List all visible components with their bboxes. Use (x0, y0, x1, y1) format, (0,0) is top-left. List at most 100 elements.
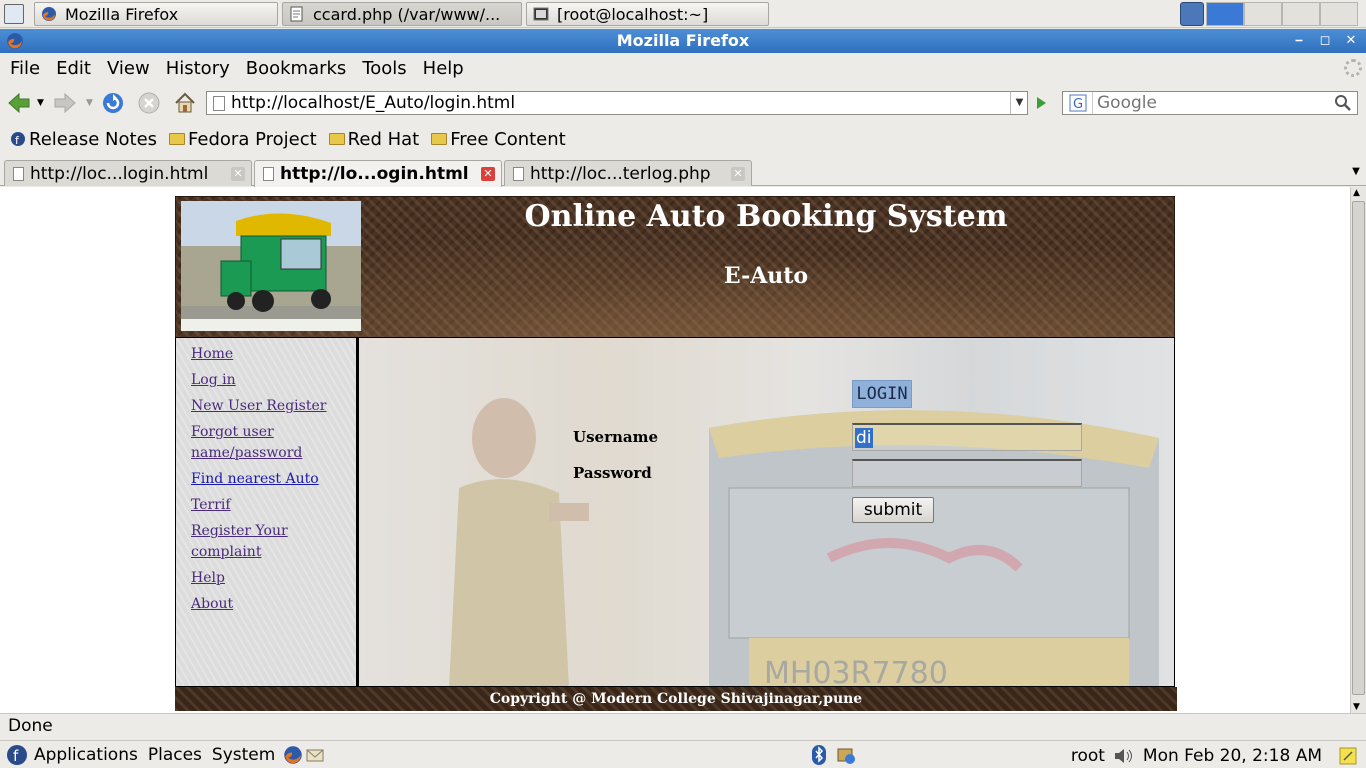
nav-link-login[interactable]: Log in (191, 370, 341, 391)
taskbar-item-editor[interactable]: ccard.php (/var/www/... (282, 2, 522, 26)
menu-history[interactable]: History (164, 58, 238, 79)
bookmark-free-content[interactable]: Free Content (431, 129, 566, 150)
reload-icon (103, 93, 123, 113)
search-icon[interactable] (1333, 93, 1355, 113)
scroll-down-icon[interactable]: ▼ (1353, 702, 1360, 712)
mail-launcher-icon[interactable] (305, 745, 325, 765)
content-viewport: Online Auto Booking System E-Auto Home L… (0, 187, 1350, 713)
nav-link-about[interactable]: About (191, 594, 341, 615)
fedora-logo-icon: f (7, 744, 27, 765)
forward-history-dropdown[interactable]: ▼ (86, 98, 93, 108)
workspace-3[interactable] (1282, 2, 1320, 26)
nav-link-terrif[interactable]: Terrif (191, 495, 341, 516)
background-overlay (359, 338, 1174, 686)
url-bar[interactable]: http://localhost/E_Auto/login.html (206, 91, 1028, 115)
submit-button[interactable]: submit (852, 497, 934, 523)
reload-button[interactable] (100, 90, 126, 116)
stop-icon (138, 92, 160, 114)
home-button[interactable] (172, 90, 198, 116)
bookmark-label: Red Hat (347, 128, 420, 150)
forward-button[interactable] (52, 90, 78, 116)
top-panel: Mozilla Firefox ccard.php (/var/www/... … (0, 0, 1366, 28)
menu-system[interactable]: System (212, 745, 275, 765)
url-history-dropdown[interactable]: ▼ (1010, 92, 1028, 114)
bookmark-release-notes[interactable]: f Release Notes (10, 129, 157, 150)
username-input[interactable]: di (852, 423, 1082, 451)
volume-icon[interactable] (1113, 746, 1135, 766)
menu-bar: File Edit View History Bookmarks Tools H… (0, 54, 1366, 82)
panel-user[interactable]: root (1071, 746, 1105, 766)
stop-button[interactable] (136, 90, 162, 116)
workspace-2[interactable] (1244, 2, 1282, 26)
maximize-button[interactable]: ◻ (1314, 31, 1336, 51)
tab-label: http://loc...login.html (30, 163, 209, 184)
page-icon (13, 166, 24, 181)
workspace-1[interactable] (1206, 2, 1244, 26)
menu-file[interactable]: File (8, 58, 48, 79)
window-list-icon[interactable] (1180, 2, 1204, 26)
text-editor-icon (290, 6, 303, 22)
menu-tools[interactable]: Tools (360, 58, 414, 79)
back-arrow-icon (8, 92, 30, 114)
bookmark-label: Fedora Project (188, 128, 317, 150)
tab-close-icon[interactable]: ✕ (231, 167, 245, 181)
svg-text:f: f (13, 747, 19, 765)
scroll-up-icon[interactable]: ▲ (1353, 188, 1360, 198)
site-subtitle: E-Auto (723, 263, 809, 289)
update-notifier-icon[interactable] (836, 745, 856, 765)
back-button[interactable] (6, 90, 32, 116)
taskbar-item-firefox[interactable]: Mozilla Firefox (34, 2, 278, 26)
search-box[interactable]: G (1062, 91, 1358, 115)
menu-edit[interactable]: Edit (54, 58, 99, 79)
menu-help[interactable]: Help (421, 58, 472, 79)
vertical-scrollbar[interactable]: ▲ ▼ (1350, 187, 1366, 713)
minimize-button[interactable]: ⎯ (1288, 31, 1310, 51)
notes-icon[interactable] (1338, 746, 1358, 766)
menu-places[interactable]: Places (148, 745, 202, 765)
nav-link-find-nearest-auto[interactable]: Find nearest Auto (191, 469, 341, 490)
tab-close-icon[interactable]: ✕ (731, 167, 745, 181)
close-button[interactable]: ✕ (1340, 31, 1362, 51)
window-title: Mozilla Firefox (616, 31, 750, 50)
nav-link-new-user-register[interactable]: New User Register (191, 396, 341, 417)
tab-list-dropdown[interactable]: ▼ (1348, 162, 1364, 182)
menu-bookmarks[interactable]: Bookmarks (244, 58, 355, 79)
taskbar-item-terminal[interactable]: [root@localhost:~] (526, 2, 769, 26)
tab-close-icon[interactable]: ✕ (481, 167, 495, 181)
taskbar-item-label: Mozilla Firefox (65, 4, 179, 24)
username-label: Username (573, 428, 659, 446)
bluetooth-icon[interactable] (810, 744, 828, 766)
show-desktop-icon[interactable] (4, 4, 24, 24)
workspace-4[interactable] (1320, 2, 1358, 26)
go-button[interactable] (1030, 92, 1052, 114)
login-panel: MH03R7780 LOGIN Username di Password sub… (358, 337, 1175, 687)
bookmark-red-hat[interactable]: Red Hat (328, 128, 420, 150)
nav-link-forgot-password[interactable]: Forgot user name/password (191, 422, 341, 464)
search-engine-selector[interactable]: G (1063, 92, 1093, 114)
login-heading: LOGIN (852, 380, 912, 408)
workspace-switcher (1180, 2, 1358, 26)
nav-link-register-complaint[interactable]: Register Your complaint (191, 521, 341, 563)
site-nav-sidebar: Home Log in New User Register Forgot use… (175, 337, 358, 687)
fedora-icon: f (11, 132, 25, 147)
page-icon (513, 166, 524, 181)
password-input[interactable] (852, 459, 1082, 487)
menu-view[interactable]: View (105, 58, 158, 79)
tab-1[interactable]: http://loc...login.html ✕ (4, 160, 252, 186)
firefox-launcher-icon[interactable] (283, 745, 303, 765)
username-value: di (855, 427, 873, 448)
menu-applications[interactable]: Applications (34, 745, 138, 765)
folder-icon (169, 133, 186, 145)
nav-link-home[interactable]: Home (191, 344, 341, 365)
back-history-dropdown[interactable]: ▼ (37, 98, 44, 108)
bookmark-fedora-project[interactable]: Fedora Project (169, 129, 317, 150)
bottom-panel: f Applications Places System root Mon Fe… (0, 740, 1366, 768)
tab-2[interactable]: http://lo...ogin.html ✕ (254, 160, 502, 187)
tab-3[interactable]: http://loc...terlog.php ✕ (504, 160, 752, 186)
tab-label: http://lo...ogin.html (280, 164, 469, 184)
forward-arrow-icon (54, 92, 76, 114)
search-input[interactable] (1093, 93, 1333, 113)
panel-clock[interactable]: Mon Feb 20, 2:18 AM (1143, 746, 1322, 766)
nav-link-help[interactable]: Help (191, 568, 341, 589)
scrollbar-thumb[interactable] (1352, 201, 1365, 695)
